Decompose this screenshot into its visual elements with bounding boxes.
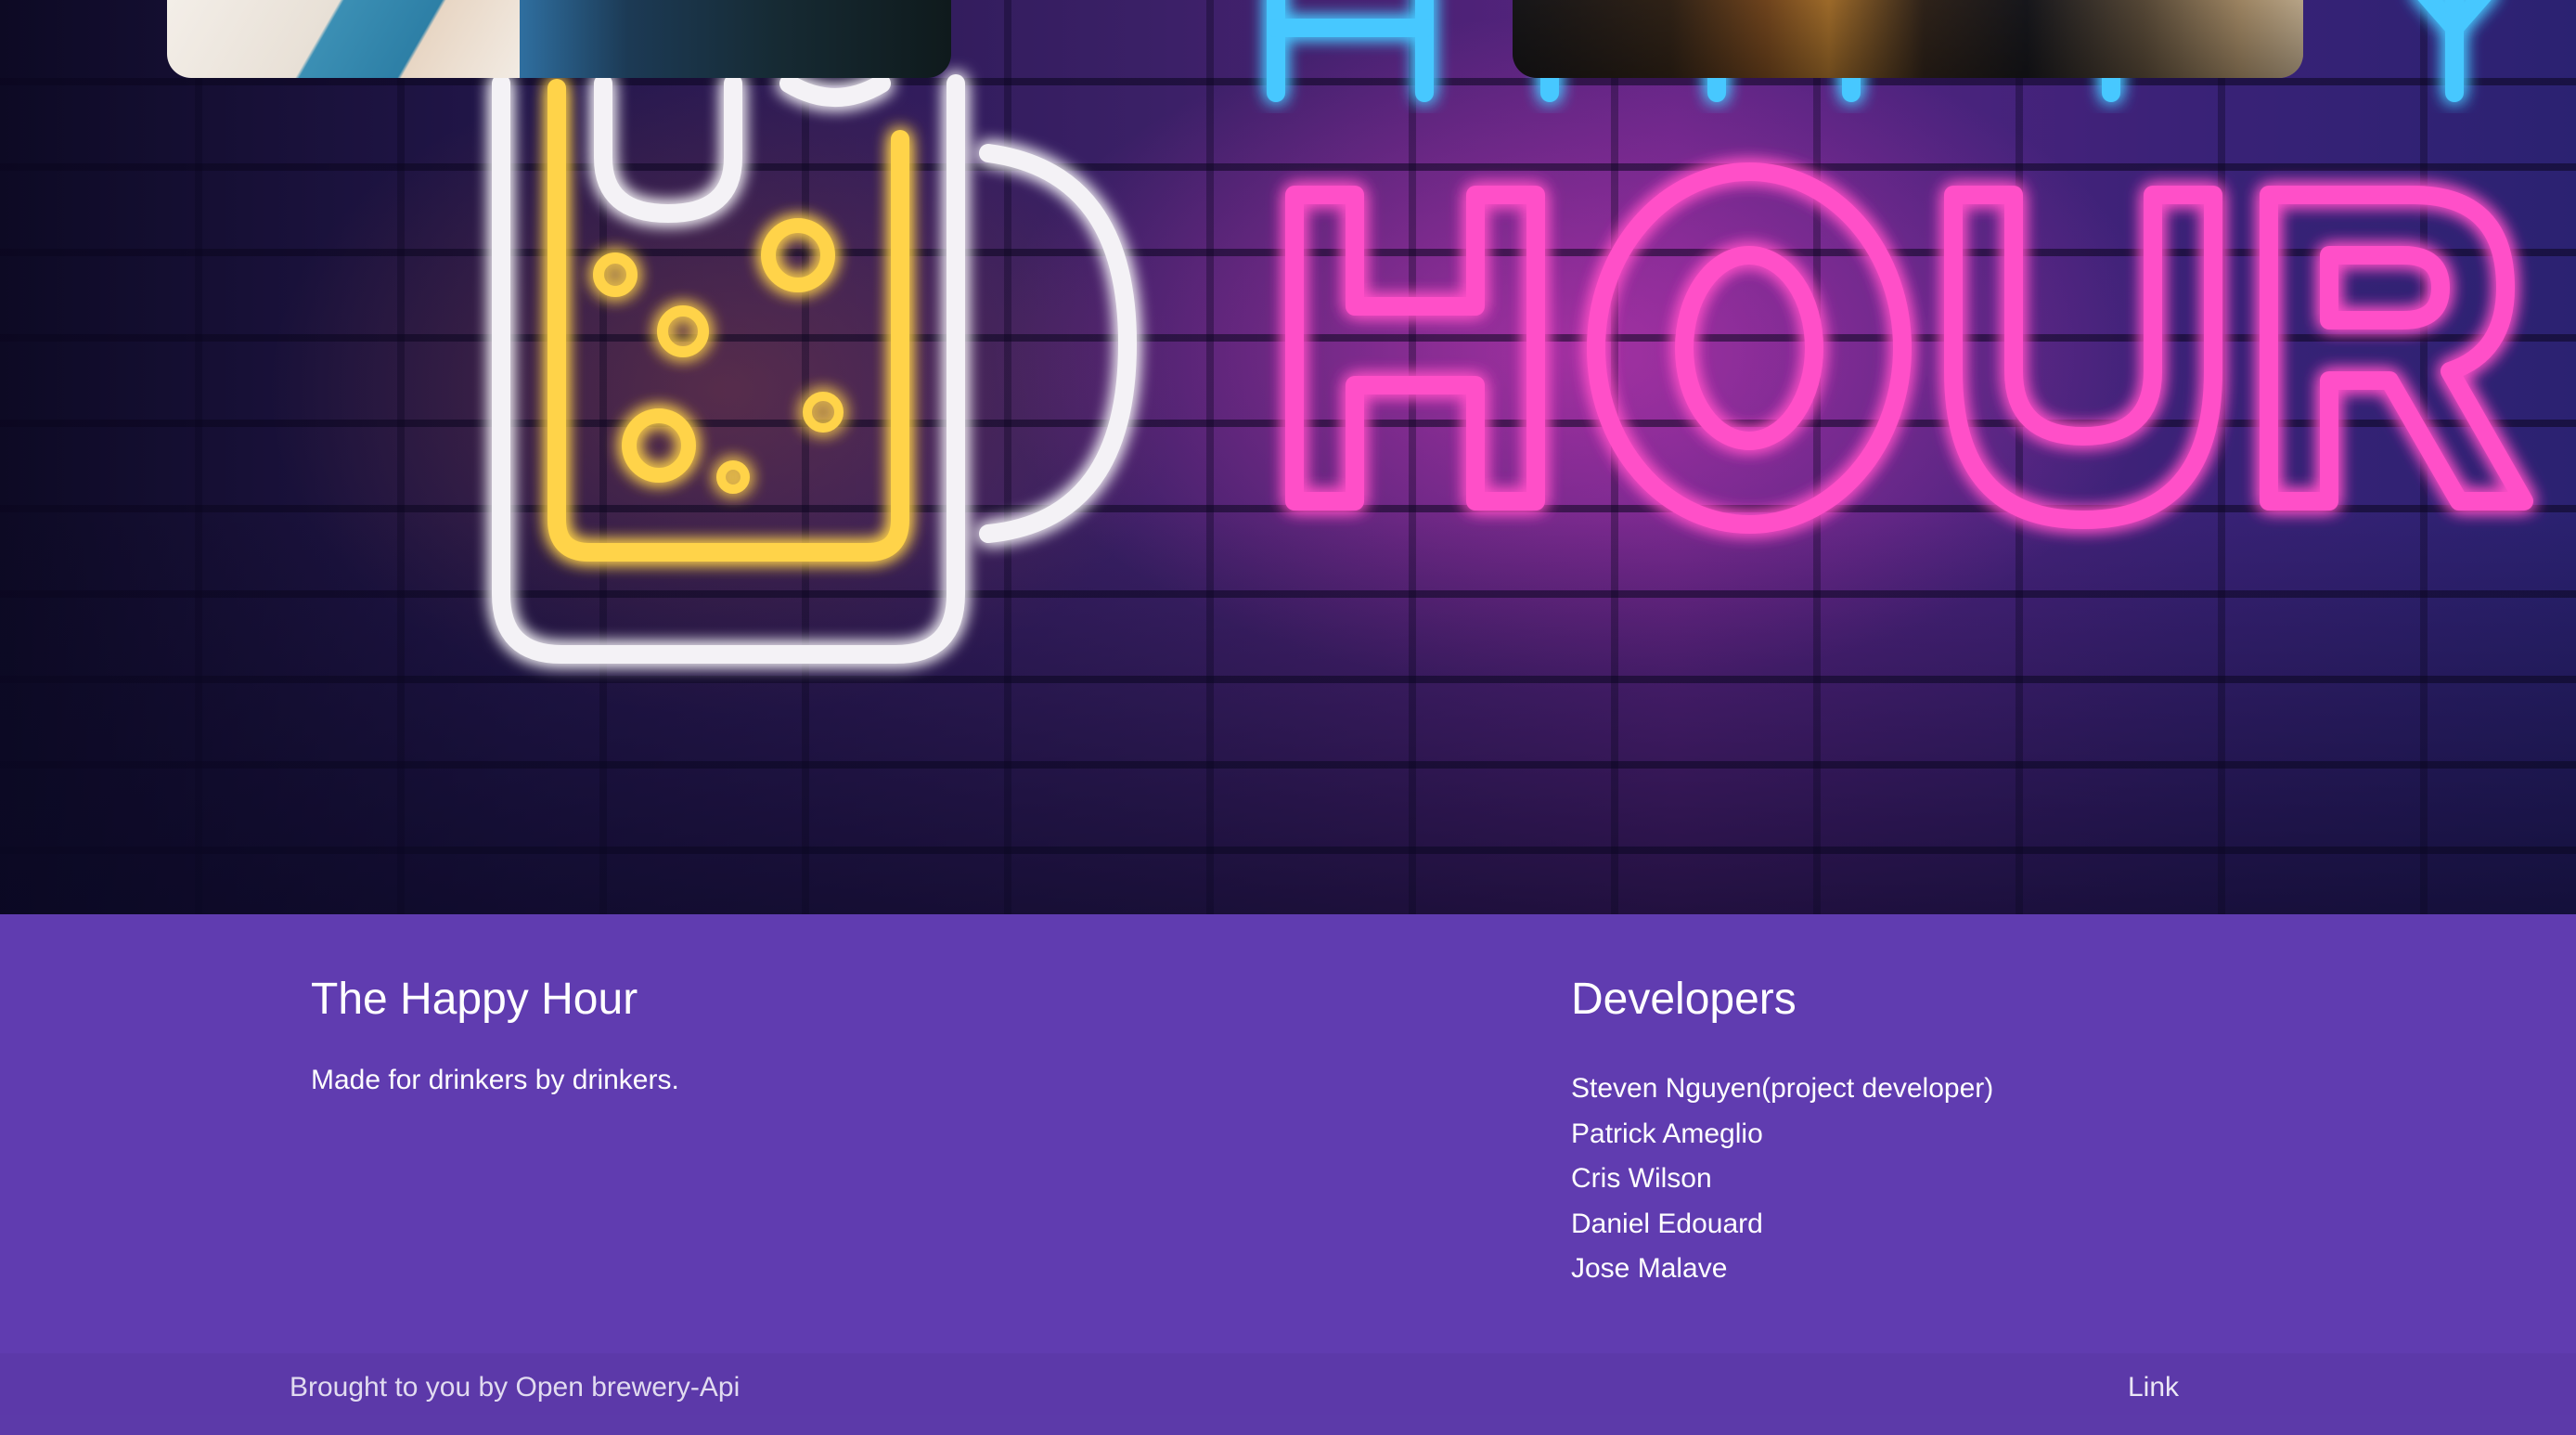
thumbnail-image-right [1513,0,2303,78]
brand-tagline: Made for drinkers by drinkers. [311,1065,679,1095]
hour-neon-letters [1285,162,2533,534]
brand-title: The Happy Hour [311,975,638,1024]
developer-name: Patrick Ameglio [1571,1118,1763,1149]
thumbnail-image-left [167,0,951,78]
developer-name: Daniel Edouard [1571,1208,1763,1239]
page-footer: The Happy Hour Made for drinkers by drin… [0,914,2576,1435]
developers-title: Developers [1571,975,1797,1024]
developer-name: Cris Wilson [1571,1163,1712,1194]
developer-name: Steven Nguyen(project developer) [1571,1073,1994,1104]
copyright-text: Brought to you by Open brewery-Api [290,1372,741,1403]
developers-list: Steven Nguyen(project developer) Patrick… [1571,1067,1993,1292]
hero-banner [0,0,2576,914]
copyright-bar: Brought to you by Open brewery-Api Link [0,1353,2576,1435]
developer-name: Jose Malave [1571,1253,1728,1284]
beer-mug-icon [492,74,1137,664]
footer-link[interactable]: Link [2128,1372,2179,1403]
happy-hour-neon-image [492,0,2576,664]
